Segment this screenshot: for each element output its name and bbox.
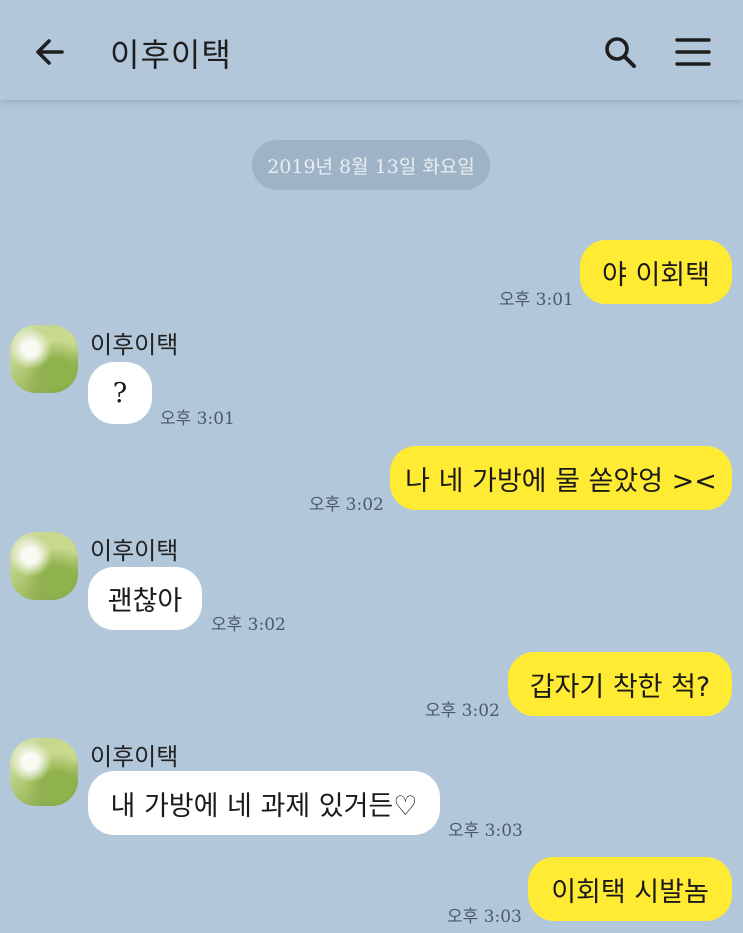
- message-time: 오후 3:02: [425, 701, 500, 721]
- message-time: 오후 3:03: [448, 821, 523, 841]
- message-time: 오후 3:03: [447, 907, 522, 927]
- incoming-message-bubble[interactable]: 내 가방에 네 과제 있거든♡: [88, 771, 440, 835]
- message-time: 오후 3:01: [499, 290, 574, 310]
- message-time: 오후 3:02: [309, 495, 384, 515]
- sender-name: 이후이택: [90, 537, 179, 565]
- menu-button[interactable]: [672, 32, 714, 72]
- sender-name: 이후이택: [90, 331, 179, 359]
- contact-avatar[interactable]: [10, 325, 78, 393]
- chat-header: 이후이택: [0, 0, 743, 100]
- chat-title: 이후이택: [110, 36, 232, 74]
- incoming-message-bubble[interactable]: ?: [88, 362, 152, 424]
- search-button[interactable]: [600, 32, 640, 72]
- hamburger-menu-icon: [675, 38, 711, 66]
- sender-name: 이후이택: [90, 743, 179, 771]
- outgoing-message-bubble[interactable]: 야 이회택: [580, 240, 732, 304]
- outgoing-message-bubble[interactable]: 나 네 가방에 물 쏟았엉 ><: [390, 446, 732, 510]
- outgoing-message-bubble[interactable]: 이회택 시발놈: [528, 857, 732, 921]
- search-icon: [605, 37, 636, 68]
- contact-avatar[interactable]: [10, 532, 78, 600]
- outgoing-message-bubble[interactable]: 갑자기 착한 척?: [508, 652, 732, 716]
- contact-avatar[interactable]: [10, 738, 78, 806]
- back-button[interactable]: [30, 32, 70, 72]
- message-time: 오후 3:02: [211, 615, 286, 635]
- message-time: 오후 3:01: [160, 409, 235, 429]
- incoming-message-bubble[interactable]: 괜찮아: [88, 567, 202, 630]
- date-divider: 2019년 8월 13일 화요일: [252, 140, 490, 190]
- arrow-left-icon: [36, 39, 64, 65]
